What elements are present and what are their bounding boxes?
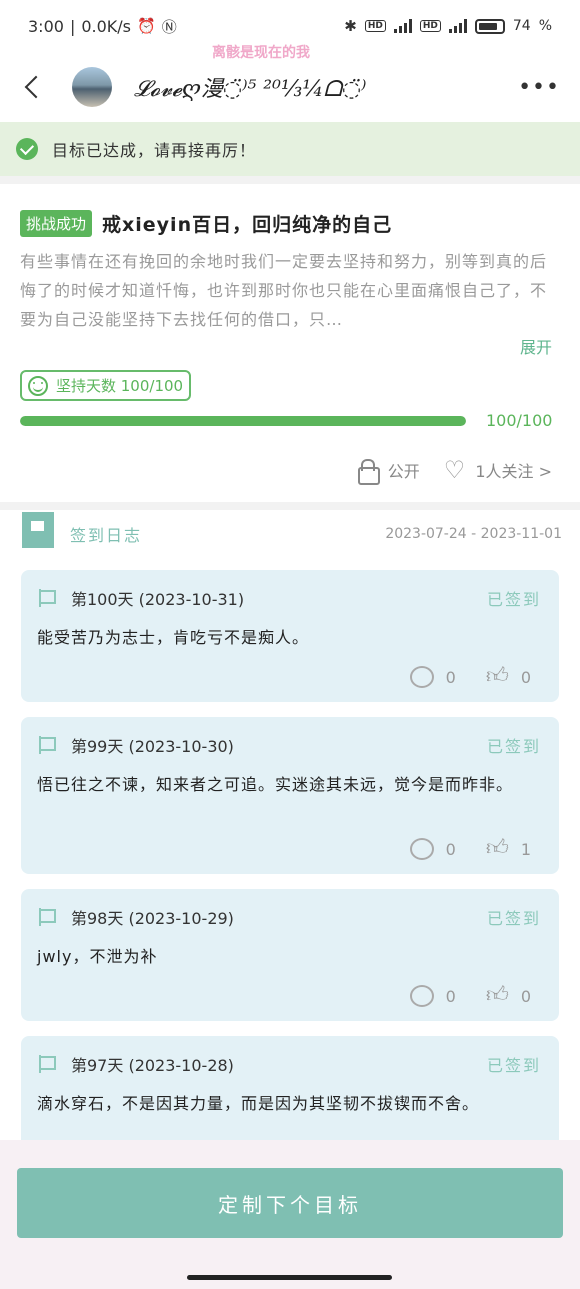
home-indicator[interactable] [187,1275,392,1280]
like-icon[interactable]: 👍︎ [486,838,509,860]
days-chip: 坚持天数 100/100 [20,370,192,401]
like-icon[interactable]: 👍︎ [486,666,509,688]
comment-icon[interactable] [409,666,434,688]
hd-icon: HD [364,20,386,32]
progress-fill [20,415,466,426]
log-title: 签到日志 [70,526,143,545]
battery-icon [474,18,505,34]
follow-button[interactable]: ♡ 1人关注 > [444,458,552,482]
like-icon[interactable]: 👍︎ [486,985,509,1007]
battery-level: 74 [512,18,531,34]
flag-outline-icon [37,1054,57,1074]
entry-status: 已签到 [486,737,541,756]
status-time: 3:00 [28,16,64,36]
entry-status: 已签到 [486,1056,541,1075]
lock-icon [356,458,380,485]
smile-icon [28,375,48,396]
check-icon [16,138,38,160]
entry-status: 已签到 [486,590,541,609]
back-icon[interactable] [20,72,50,102]
network-speed: 0.0K/s [81,16,131,36]
success-badge: 挑战成功 [20,210,93,237]
entry-text: jwly，不泄为补 [37,947,158,966]
entry-status: 已签到 [486,909,541,928]
checkin-log: 签到日志 2023-07-24 - 2023-11-01 第100天 (2023… [0,510,580,1140]
follow-label: 1人关注 > [475,462,552,481]
log-entry[interactable]: 第97天 (2023-10-28) 已签到 滴水穿石，不是因其力量，而是因为其坚… [21,1036,559,1140]
challenge-card: 挑战成功 戒xieyin百日，回归纯净的自己 有些事情在还有挽回的余地时我们一定… [0,184,580,502]
avatar[interactable] [72,67,112,107]
banner-text: 目标已达成，请再接再厉！ [52,141,257,160]
log-entry[interactable]: 第98天 (2023-10-29) 已签到 jwly，不泄为补 0 👍︎ 0 [21,889,559,1021]
bottom-bar: 定制下个目标 [0,1140,580,1289]
success-banner: 目标已达成，请再接再厉！ [0,122,580,176]
like-count: 0 [520,667,531,687]
comment-count: 0 [445,667,456,687]
log-date-range: 2023-07-24 - 2023-11-01 [385,526,562,542]
progress-label: 100/100 [486,411,553,430]
more-icon[interactable]: ••• [518,75,560,100]
like-count: 0 [520,986,531,1006]
entry-text: 滴水穿石，不是因其力量，而是因为其坚韧不拔锲而不舍。 [37,1094,480,1113]
comment-count: 0 [445,986,456,1006]
like-count: 1 [520,839,531,859]
visibility-button[interactable]: 公开 [356,458,420,485]
entry-day: 第97天 (2023-10-28) [71,1056,234,1075]
signal-icon [393,19,412,33]
entry-day: 第99天 (2023-10-30) [71,737,234,756]
log-entry[interactable]: 第100天 (2023-10-31) 已签到 能受苦乃为志士，肯吃亏不是痴人。 … [21,570,559,702]
heart-plus-icon: ♡ [443,456,466,484]
bluetooth-icon: ✱ [344,17,357,35]
log-header: 签到日志 2023-07-24 - 2023-11-01 [0,510,580,554]
days-label: 坚持天数 100/100 [56,377,184,395]
header: 离骸是现在的我 𝓛𝓸𝓿𝓮ღ漫◌̈⁾⁵ ²⁰⅓¼ᗝ◌̈⁾ ••• [0,45,580,122]
flag-outline-icon [37,735,57,755]
flag-outline-icon [37,907,57,927]
next-goal-button[interactable]: 定制下个目标 [17,1168,563,1238]
comment-icon[interactable] [409,838,434,860]
flag-icon [22,512,54,548]
expand-link[interactable]: 展开 [20,334,560,360]
visibility-label: 公开 [387,462,420,481]
challenge-title: 戒xieyin百日，回归纯净的自己 [102,214,393,236]
entry-text: 悟已往之不谏，知来者之可追。实迷途其未远，觉今是而昨非。 [37,775,514,794]
comment-icon[interactable] [409,985,434,1007]
log-entry[interactable]: 第99天 (2023-10-30) 已签到 悟已往之不谏，知来者之可追。实迷途其… [21,717,559,874]
hd-icon-2: HD [419,20,441,32]
profile-name[interactable]: 𝓛𝓸𝓿𝓮ღ漫◌̈⁾⁵ ²⁰⅓¼ᗝ◌̈⁾ [134,71,366,103]
entry-day: 第98天 (2023-10-29) [71,909,234,928]
entry-day: 第100天 (2023-10-31) [71,590,245,609]
flag-outline-icon [37,588,57,608]
entry-text: 能受苦乃为志士，肯吃亏不是痴人。 [37,628,310,647]
alarm-icon: ⏰ [137,17,156,35]
progress-bar [20,415,466,426]
challenge-description: 有些事情在还有挽回的余地时我们一定要去坚持和努力，别等到真的后悔了的时候才知道忏… [20,252,548,329]
nfc-icon: Ⓝ [161,17,177,36]
comment-count: 0 [445,839,456,859]
watermark-text: 离骸是现在的我 [212,45,310,61]
signal-icon-2 [448,19,467,33]
